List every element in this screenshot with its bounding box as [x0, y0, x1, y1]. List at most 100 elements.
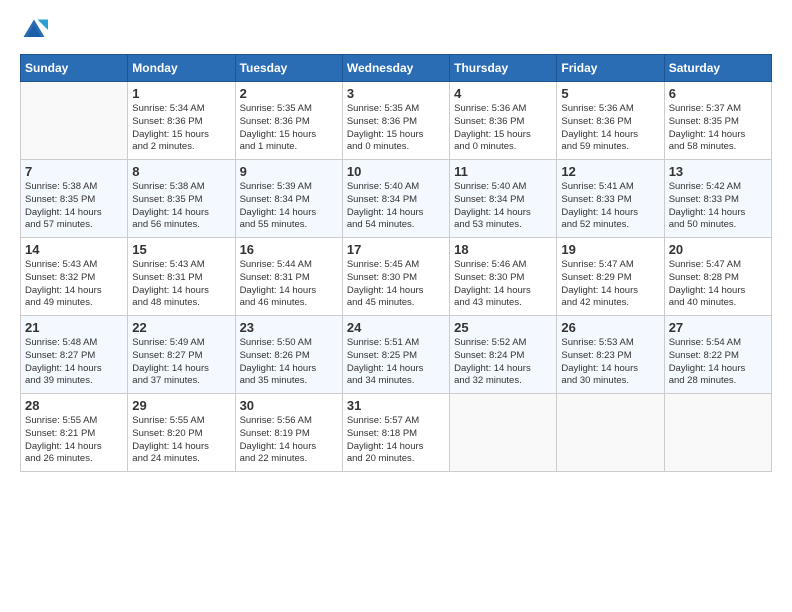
day-number: 31 — [347, 398, 445, 413]
day-number: 18 — [454, 242, 552, 257]
day-cell: 10 Sunrise: 5:40 AM Sunset: 8:34 PM Dayli… — [342, 160, 449, 238]
col-header-sunday: Sunday — [21, 55, 128, 82]
day-cell: 22 Sunrise: 5:49 AM Sunset: 8:27 PM Dayli… — [128, 316, 235, 394]
day-number: 20 — [669, 242, 767, 257]
day-number: 14 — [25, 242, 123, 257]
day-info: Sunrise: 5:46 AM Sunset: 8:30 PM Dayligh… — [454, 259, 552, 310]
day-number: 7 — [25, 164, 123, 179]
day-number: 10 — [347, 164, 445, 179]
col-header-thursday: Thursday — [450, 55, 557, 82]
day-info: Sunrise: 5:40 AM Sunset: 8:34 PM Dayligh… — [347, 181, 445, 232]
day-cell: 27Sunrise: 5:54 AM Sunset: 8:22 PM Dayli… — [664, 316, 771, 394]
day-cell: 28 Sunrise: 5:55 AM Sunset: 8:21 PM Dayli… — [21, 394, 128, 472]
col-header-friday: Friday — [557, 55, 664, 82]
day-info: Sunrise: 5:50 AM Sunset: 8:26 PM Dayligh… — [240, 337, 338, 388]
day-cell: 30Sunrise: 5:56 AM Sunset: 8:19 PM Dayli… — [235, 394, 342, 472]
day-cell: 26Sunrise: 5:53 AM Sunset: 8:23 PM Dayli… — [557, 316, 664, 394]
day-info: Sunrise: 5:39 AM Sunset: 8:34 PM Dayligh… — [240, 181, 338, 232]
day-cell: 15 Sunrise: 5:43 AM Sunset: 8:31 PM Dayli… — [128, 238, 235, 316]
day-info: Sunrise: 5:52 AM Sunset: 8:24 PM Dayligh… — [454, 337, 552, 388]
day-number: 19 — [561, 242, 659, 257]
day-cell: 6Sunrise: 5:37 AM Sunset: 8:35 PM Daylig… — [664, 82, 771, 160]
day-number: 1 — [132, 86, 230, 101]
day-info: Sunrise: 5:34 AM Sunset: 8:36 PM Dayligh… — [132, 103, 230, 154]
day-cell: 24Sunrise: 5:51 AM Sunset: 8:25 PM Dayli… — [342, 316, 449, 394]
day-info: Sunrise: 5:36 AM Sunset: 8:36 PM Dayligh… — [454, 103, 552, 154]
col-header-saturday: Saturday — [664, 55, 771, 82]
day-info: Sunrise: 5:48 AM Sunset: 8:27 PM Dayligh… — [25, 337, 123, 388]
day-number: 13 — [669, 164, 767, 179]
day-number: 16 — [240, 242, 338, 257]
day-cell: 13 Sunrise: 5:42 AM Sunset: 8:33 PM Dayli… — [664, 160, 771, 238]
day-cell: 9 Sunrise: 5:39 AM Sunset: 8:34 PM Daylig… — [235, 160, 342, 238]
day-info: Sunrise: 5:44 AM Sunset: 8:31 PM Dayligh… — [240, 259, 338, 310]
day-number: 3 — [347, 86, 445, 101]
day-info: Sunrise: 5:57 AM Sunset: 8:18 PM Dayligh… — [347, 415, 445, 466]
day-number: 12 — [561, 164, 659, 179]
day-cell: 17 Sunrise: 5:45 AM Sunset: 8:30 PM Dayli… — [342, 238, 449, 316]
week-row-2: 14 Sunrise: 5:43 AM Sunset: 8:32 PM Dayli… — [21, 238, 772, 316]
logo-icon — [20, 16, 48, 44]
day-info: Sunrise: 5:37 AM Sunset: 8:35 PM Dayligh… — [669, 103, 767, 154]
day-info: Sunrise: 5:35 AM Sunset: 8:36 PM Dayligh… — [347, 103, 445, 154]
day-info: Sunrise: 5:35 AM Sunset: 8:36 PM Dayligh… — [240, 103, 338, 154]
day-cell: 11 Sunrise: 5:40 AM Sunset: 8:34 PM Dayli… — [450, 160, 557, 238]
week-row-4: 28 Sunrise: 5:55 AM Sunset: 8:21 PM Dayli… — [21, 394, 772, 472]
day-cell: 29Sunrise: 5:55 AM Sunset: 8:20 PM Dayli… — [128, 394, 235, 472]
day-number: 11 — [454, 164, 552, 179]
day-number: 26 — [561, 320, 659, 335]
day-cell — [450, 394, 557, 472]
day-cell: 19 Sunrise: 5:47 AM Sunset: 8:29 PM Dayli… — [557, 238, 664, 316]
day-number: 22 — [132, 320, 230, 335]
day-number: 25 — [454, 320, 552, 335]
day-cell: 3 Sunrise: 5:35 AM Sunset: 8:36 PM Daylig… — [342, 82, 449, 160]
day-info: Sunrise: 5:55 AM Sunset: 8:20 PM Dayligh… — [132, 415, 230, 466]
day-number: 30 — [240, 398, 338, 413]
day-info: Sunrise: 5:55 AM Sunset: 8:21 PM Dayligh… — [25, 415, 123, 466]
day-cell: 18 Sunrise: 5:46 AM Sunset: 8:30 PM Dayli… — [450, 238, 557, 316]
day-cell — [557, 394, 664, 472]
day-info: Sunrise: 5:43 AM Sunset: 8:32 PM Dayligh… — [25, 259, 123, 310]
day-info: Sunrise: 5:38 AM Sunset: 8:35 PM Dayligh… — [132, 181, 230, 232]
day-cell — [664, 394, 771, 472]
day-cell: 7Sunrise: 5:38 AM Sunset: 8:35 PM Daylig… — [21, 160, 128, 238]
week-row-0: 1 Sunrise: 5:34 AM Sunset: 8:36 PM Daylig… — [21, 82, 772, 160]
day-number: 21 — [25, 320, 123, 335]
day-number: 9 — [240, 164, 338, 179]
header — [20, 16, 772, 44]
day-cell: 20 Sunrise: 5:47 AM Sunset: 8:28 PM Dayli… — [664, 238, 771, 316]
day-info: Sunrise: 5:49 AM Sunset: 8:27 PM Dayligh… — [132, 337, 230, 388]
logo — [20, 16, 52, 44]
day-number: 15 — [132, 242, 230, 257]
day-cell — [21, 82, 128, 160]
day-number: 28 — [25, 398, 123, 413]
day-number: 24 — [347, 320, 445, 335]
day-cell: 16 Sunrise: 5:44 AM Sunset: 8:31 PM Dayli… — [235, 238, 342, 316]
day-cell: 8 Sunrise: 5:38 AM Sunset: 8:35 PM Daylig… — [128, 160, 235, 238]
day-cell: 23 Sunrise: 5:50 AM Sunset: 8:26 PM Dayli… — [235, 316, 342, 394]
day-cell: 12Sunrise: 5:41 AM Sunset: 8:33 PM Dayli… — [557, 160, 664, 238]
day-cell: 1 Sunrise: 5:34 AM Sunset: 8:36 PM Daylig… — [128, 82, 235, 160]
day-number: 23 — [240, 320, 338, 335]
day-cell: 21 Sunrise: 5:48 AM Sunset: 8:27 PM Dayli… — [21, 316, 128, 394]
header-row: SundayMondayTuesdayWednesdayThursdayFrid… — [21, 55, 772, 82]
col-header-wednesday: Wednesday — [342, 55, 449, 82]
day-cell: 4 Sunrise: 5:36 AM Sunset: 8:36 PM Daylig… — [450, 82, 557, 160]
calendar-table: SundayMondayTuesdayWednesdayThursdayFrid… — [20, 54, 772, 472]
day-info: Sunrise: 5:43 AM Sunset: 8:31 PM Dayligh… — [132, 259, 230, 310]
day-number: 17 — [347, 242, 445, 257]
day-info: Sunrise: 5:47 AM Sunset: 8:29 PM Dayligh… — [561, 259, 659, 310]
day-number: 27 — [669, 320, 767, 335]
day-number: 8 — [132, 164, 230, 179]
week-row-1: 7 Sunrise: 5:38 AM Sunset: 8:35 PM Daylig… — [21, 160, 772, 238]
day-number: 5 — [561, 86, 659, 101]
day-info: Sunrise: 5:40 AM Sunset: 8:34 PM Dayligh… — [454, 181, 552, 232]
day-info: Sunrise: 5:42 AM Sunset: 8:33 PM Dayligh… — [669, 181, 767, 232]
day-cell: 31 Sunrise: 5:57 AM Sunset: 8:18 PM Dayli… — [342, 394, 449, 472]
day-number: 4 — [454, 86, 552, 101]
day-cell: 25 Sunrise: 5:52 AM Sunset: 8:24 PM Dayli… — [450, 316, 557, 394]
day-info: Sunrise: 5:45 AM Sunset: 8:30 PM Dayligh… — [347, 259, 445, 310]
week-row-3: 21 Sunrise: 5:48 AM Sunset: 8:27 PM Dayli… — [21, 316, 772, 394]
day-cell: 14 Sunrise: 5:43 AM Sunset: 8:32 PM Dayli… — [21, 238, 128, 316]
day-info: Sunrise: 5:47 AM Sunset: 8:28 PM Dayligh… — [669, 259, 767, 310]
